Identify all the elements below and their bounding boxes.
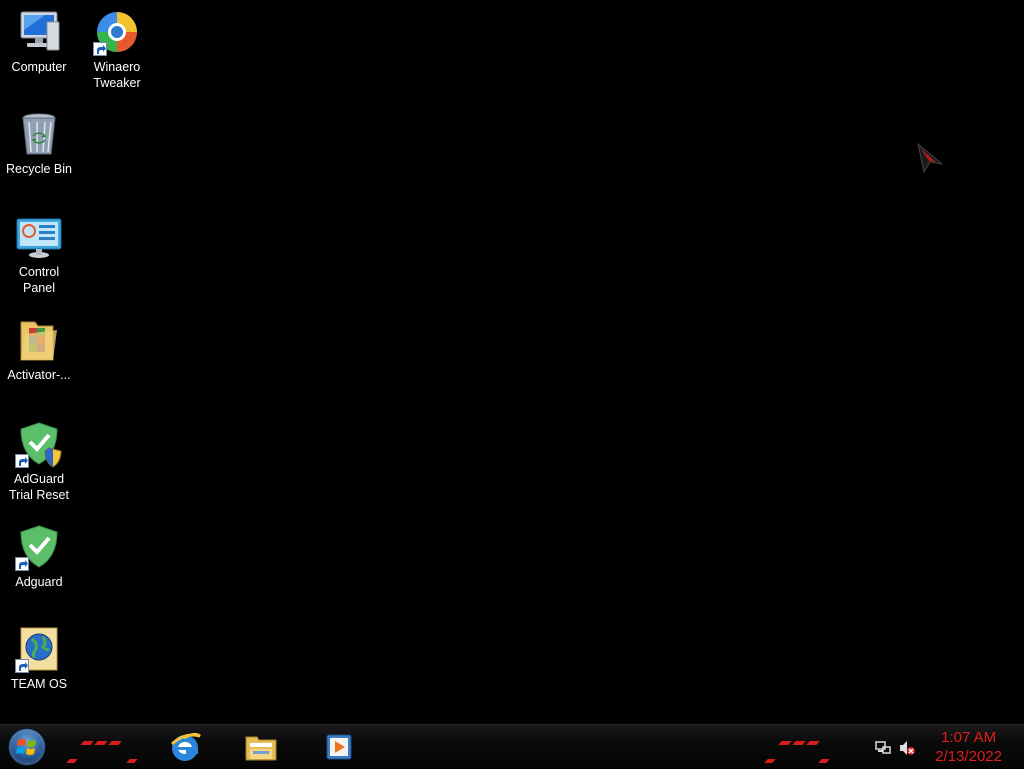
desktop-icon-adguard-trial-reset[interactable]: AdGuard Trial Reset <box>0 420 78 503</box>
desktop-icon-label: Adguard <box>15 575 63 589</box>
volume-muted-icon[interactable] <box>898 739 916 757</box>
desktop-icon-team-os[interactable]: TEAM OS <box>0 625 78 692</box>
shortcut-arrow-icon <box>15 454 29 468</box>
desktop-icon-winaero-tweaker[interactable]: Winaero Tweaker <box>78 8 156 91</box>
taskbar-internet-explorer[interactable] <box>160 727 210 767</box>
desktop-icon-activator-folder[interactable]: Activator-... <box>0 316 78 383</box>
computer-icon <box>15 8 63 56</box>
start-button[interactable] <box>5 727 49 767</box>
clock-date: 2/13/2022 <box>935 748 1002 765</box>
control-panel-icon <box>15 213 63 261</box>
taskbar-media-player[interactable] <box>314 727 364 767</box>
shortcut-arrow-icon <box>15 557 29 571</box>
winaero-tweaker-icon <box>93 8 141 56</box>
desktop-icon-computer[interactable]: Computer <box>0 8 78 75</box>
taskbar-decoration-right <box>760 725 840 769</box>
folder-icon <box>15 316 63 364</box>
shortcut-arrow-icon <box>93 42 107 56</box>
taskbar-file-explorer[interactable] <box>236 727 286 767</box>
globe-document-icon <box>15 625 63 673</box>
desktop-icon-control-panel[interactable]: Control Panel <box>0 213 78 296</box>
taskbar-decoration-left <box>62 725 142 769</box>
media-player-icon <box>326 734 352 760</box>
mouse-cursor-icon <box>916 142 944 179</box>
desktop-icon-label: Control Panel <box>18 265 60 295</box>
adguard-shield-icon <box>15 523 63 571</box>
windows-start-orb-icon <box>8 728 46 766</box>
desktop[interactable]: Computer Winaero Tweaker Recycle Bin Con… <box>0 0 1024 724</box>
desktop-icon-label: AdGuard Trial Reset <box>9 472 69 502</box>
desktop-icon-adguard[interactable]: Adguard <box>0 523 78 590</box>
desktop-icon-label: Winaero Tweaker <box>93 60 141 90</box>
file-explorer-folder-icon <box>245 736 277 761</box>
desktop-icon-label: Recycle Bin <box>6 162 72 176</box>
recycle-bin-icon <box>15 110 63 158</box>
clock-time: 1:07 AM <box>941 729 997 746</box>
taskbar: 1:07 AM 2/13/2022 <box>0 724 1024 768</box>
shortcut-arrow-icon <box>15 659 29 673</box>
internet-explorer-icon <box>170 732 201 761</box>
desktop-icon-label: Computer <box>11 60 67 74</box>
desktop-icon-recycle-bin[interactable]: Recycle Bin <box>0 110 78 177</box>
adguard-shield-icon <box>15 420 63 468</box>
desktop-icon-label: TEAM OS <box>10 677 68 691</box>
taskbar-clock[interactable]: 1:07 AM 2/13/2022 <box>935 728 1002 766</box>
network-icon[interactable] <box>874 739 892 757</box>
desktop-icon-label: Activator-... <box>7 368 71 382</box>
